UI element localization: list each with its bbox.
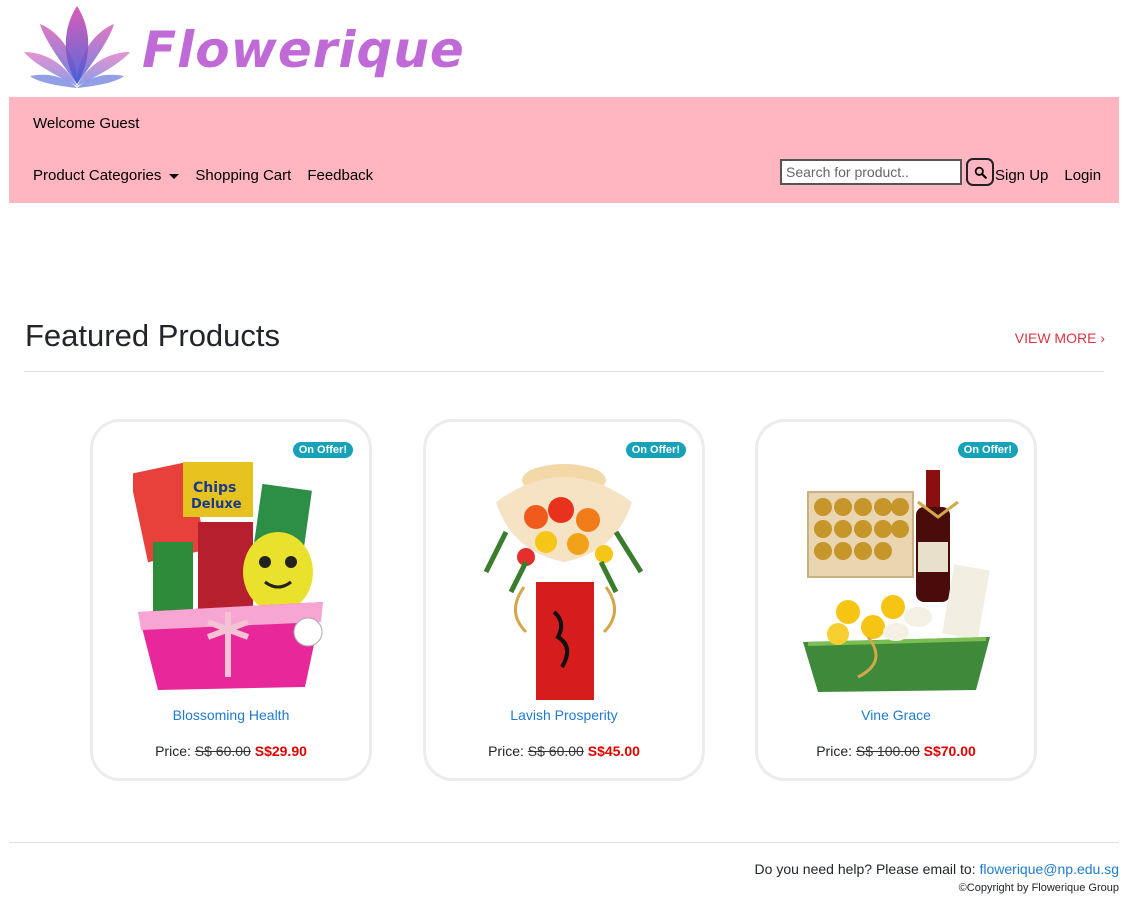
login-link[interactable]: Login	[1064, 167, 1101, 184]
product-price: Price: S$ 100.00 S$70.00	[758, 743, 1034, 759]
product-price: Price: S$ 60.00 S$45.00	[426, 743, 702, 759]
footer-divider	[9, 842, 1119, 843]
sale-price: S$45.00	[587, 743, 640, 759]
original-price: S$ 60.00	[527, 743, 584, 759]
sale-price: S$70.00	[923, 743, 976, 759]
search-form	[780, 158, 994, 186]
wine-hamper-image[interactable]	[798, 462, 994, 702]
feedback-link[interactable]: Feedback	[307, 167, 373, 184]
original-price: S$ 100.00	[855, 743, 920, 759]
product-card[interactable]: On Offer! Lavish Prosperity Price: S$ 60…	[423, 419, 705, 781]
help-text: Do you need help? Please email to: flowe…	[755, 861, 1119, 877]
section-divider	[24, 371, 1104, 372]
original-price: S$ 60.00	[194, 743, 251, 759]
price-label: Price:	[816, 743, 852, 759]
price-label: Price:	[155, 743, 191, 759]
price-label: Price:	[488, 743, 524, 759]
lotus-logo-icon	[24, 6, 130, 88]
product-name-link[interactable]: Blossoming Health	[93, 707, 369, 723]
product-name-link[interactable]: Lavish Prosperity	[426, 707, 702, 723]
welcome-text: Welcome Guest	[33, 115, 140, 132]
brand-logo[interactable]: Flowerique	[22, 4, 464, 97]
copyright-text: ©Copyright by Flowerique Group	[958, 882, 1119, 894]
brand-name: Flowerique	[142, 21, 465, 79]
nav-links: Product Categories Shopping Cart Feedbac…	[33, 167, 373, 184]
account-links: Sign Up Login	[995, 167, 1101, 184]
search-icon	[974, 166, 987, 179]
sign-up-link[interactable]: Sign Up	[995, 167, 1048, 184]
featured-products-heading: Featured Products	[25, 318, 281, 353]
offer-badge: On Offer!	[957, 442, 1018, 458]
product-price: Price: S$ 60.00 S$29.90	[93, 743, 369, 759]
view-more-link[interactable]: VIEW MORE ›	[1015, 330, 1105, 346]
search-button[interactable]	[966, 158, 994, 186]
svg-text:Deluxe: Deluxe	[191, 497, 242, 512]
product-categories-label: Product Categories	[33, 167, 162, 184]
offer-badge: On Offer!	[625, 442, 686, 458]
product-card[interactable]: On Offer! Chips Deluxe Blossoming Health…	[90, 419, 372, 781]
gift-basket-image[interactable]: Chips Deluxe	[133, 462, 329, 702]
product-name-link[interactable]: Vine Grace	[758, 707, 1034, 723]
top-navbar: Welcome Guest Product Categories Shoppin…	[9, 97, 1119, 203]
offer-badge: On Offer!	[292, 442, 353, 458]
caret-down-icon	[169, 173, 180, 179]
flower-stand-image[interactable]	[466, 462, 662, 702]
shopping-cart-link[interactable]: Shopping Cart	[195, 167, 291, 184]
search-input[interactable]	[780, 159, 962, 185]
help-label: Do you need help? Please email to:	[754, 861, 976, 877]
product-categories-dropdown[interactable]: Product Categories	[33, 167, 180, 184]
sale-price: S$29.90	[254, 743, 307, 759]
support-email-link[interactable]: flowerique@np.edu.sg	[979, 861, 1119, 877]
product-card[interactable]: On Offer! Vine Grace Price: S$ 100.00 S$…	[755, 419, 1037, 781]
svg-text:Chips: Chips	[193, 480, 236, 496]
